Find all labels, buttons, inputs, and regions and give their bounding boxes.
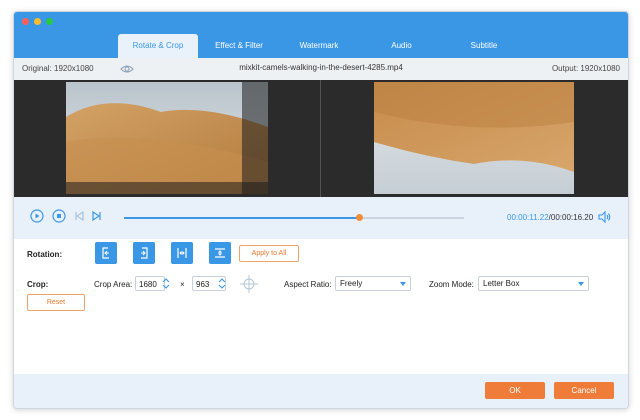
cancel-button[interactable]: Cancel [554, 382, 614, 399]
progress-fill [124, 217, 359, 219]
crop-height-stepper[interactable] [217, 276, 227, 291]
aspect-ratio-select[interactable]: Freely [335, 276, 411, 291]
rotate-left-button[interactable] [95, 242, 117, 264]
tab-effect-filter[interactable]: Effect & Filter [204, 34, 274, 58]
close-window-button[interactable] [22, 18, 29, 25]
crop-area-label: Crop Area: [94, 280, 133, 289]
flip-vertical-icon [215, 248, 225, 258]
volume-icon[interactable] [597, 210, 611, 224]
footer-bar: OK Cancel [14, 374, 628, 408]
preview-area [14, 80, 628, 197]
playback-bar: 00:00:11.22/00:00:16.20 [14, 197, 628, 239]
tab-rotate-crop[interactable]: Rotate & Crop [118, 34, 198, 58]
current-time: 00:00:11.22 [507, 213, 549, 222]
tab-audio[interactable]: Audio [369, 34, 434, 58]
aspect-ratio-label: Aspect Ratio: [284, 280, 332, 289]
output-resolution: Output: 1920x1080 [551, 64, 620, 73]
rotate-right-button[interactable] [133, 242, 155, 264]
total-time: /00:00:16.20 [548, 213, 594, 222]
rotation-label: Rotation: [27, 250, 63, 259]
flip-horizontal-icon [177, 248, 187, 258]
progress-handle[interactable] [355, 214, 363, 221]
next-frame-icon[interactable] [90, 209, 104, 223]
chevron-down-icon [400, 282, 406, 286]
flip-vertical-button[interactable] [209, 242, 231, 264]
crop-width-stepper[interactable] [161, 276, 171, 291]
minimize-window-button[interactable] [34, 18, 41, 25]
preview-divider [320, 80, 321, 197]
rotate-left-icon [102, 247, 109, 259]
file-name: mixkit-camels-walking-in-the-desert-4285… [239, 63, 403, 72]
ok-button[interactable]: OK [485, 382, 545, 399]
video-editor-window: Rotate & Crop Effect & Filter Watermark … [13, 11, 629, 409]
aspect-ratio-value: Freely [340, 279, 363, 288]
crop-label: Crop: [27, 280, 49, 289]
zoom-mode-value: Letter Box [483, 279, 520, 288]
flip-horizontal-button[interactable] [171, 242, 193, 264]
previous-frame-icon[interactable] [72, 209, 86, 223]
play-icon[interactable] [30, 209, 44, 223]
zoom-mode-select[interactable]: Letter Box [478, 276, 589, 291]
original-video-frame [66, 82, 268, 194]
stop-icon[interactable] [52, 209, 66, 223]
progress-slider[interactable] [124, 214, 464, 221]
reset-button[interactable]: Reset [27, 294, 85, 311]
tab-watermark[interactable]: Watermark [284, 34, 354, 58]
times-sign: × [180, 280, 185, 289]
info-bar: Original: 1920x1080 mixkit-camels-walkin… [14, 58, 628, 80]
chevron-down-icon [578, 282, 584, 286]
rotate-right-icon [141, 247, 148, 259]
crosshair-center-icon[interactable] [238, 274, 260, 294]
tab-subtitle[interactable]: Subtitle [449, 34, 519, 58]
output-video-frame [374, 82, 574, 194]
time-display: 00:00:11.22/00:00:16.20 [507, 213, 593, 222]
zoom-window-button[interactable] [46, 18, 53, 25]
title-bar: Rotate & Crop Effect & Filter Watermark … [14, 12, 628, 58]
apply-to-all-button[interactable]: Apply to All [239, 245, 299, 262]
zoom-mode-label: Zoom Mode: [429, 280, 474, 289]
